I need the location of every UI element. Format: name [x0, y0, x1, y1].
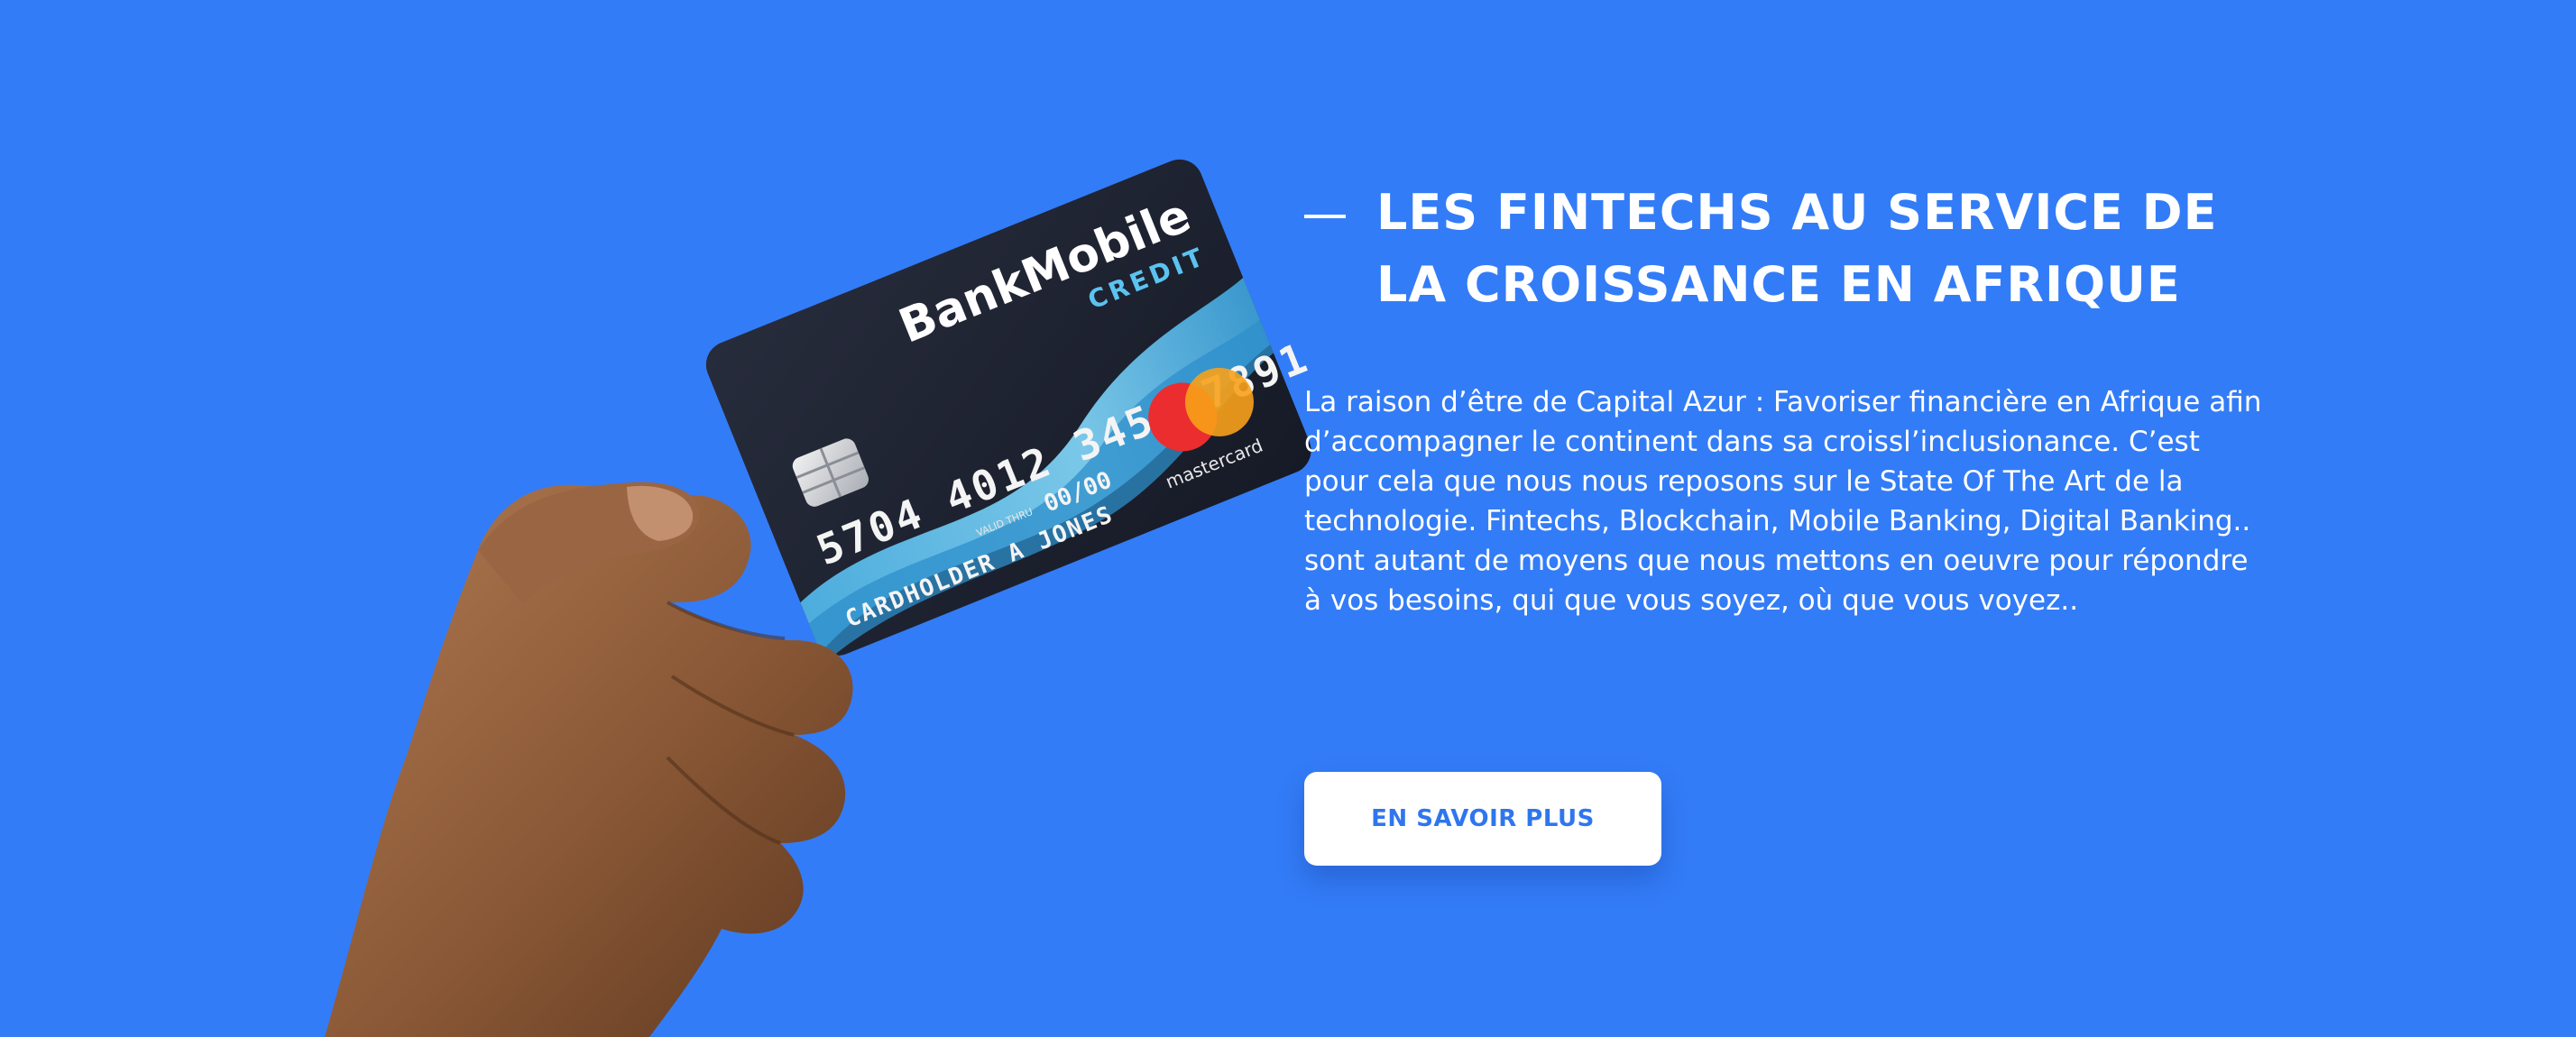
- heading-row: LES FINTECHS AU SERVICE DE LA CROISSANCE…: [1304, 177, 2278, 321]
- palm: [325, 484, 853, 1037]
- hand-holding-card-image: BankMobile CREDIT 5704 4012 3456 7891 VA…: [325, 159, 1316, 1037]
- intro-paragraph: La raison d’être de Capital Azur : Favor…: [1304, 386, 2262, 617]
- hero-content: LES FINTECHS AU SERVICE DE LA CROISSANCE…: [1304, 177, 2278, 866]
- title-line-1: LES FINTECHS AU SERVICE DE: [1376, 184, 2218, 241]
- page-title: LES FINTECHS AU SERVICE DE LA CROISSANCE…: [1376, 177, 2278, 321]
- learn-more-button[interactable]: EN SAVOIR PLUS: [1304, 772, 1661, 866]
- hand: [325, 482, 853, 1037]
- title-line-2: LA CROISSANCE EN AFRIQUE: [1376, 256, 2181, 313]
- card-illustration: BankMobile CREDIT 5704 4012 3456 7891 VA…: [325, 159, 1316, 1037]
- hero-section: BankMobile CREDIT 5704 4012 3456 7891 VA…: [0, 0, 2576, 1037]
- credit-card: BankMobile CREDIT 5704 4012 3456 7891 VA…: [705, 159, 1316, 663]
- heading-dash: [1304, 215, 1346, 218]
